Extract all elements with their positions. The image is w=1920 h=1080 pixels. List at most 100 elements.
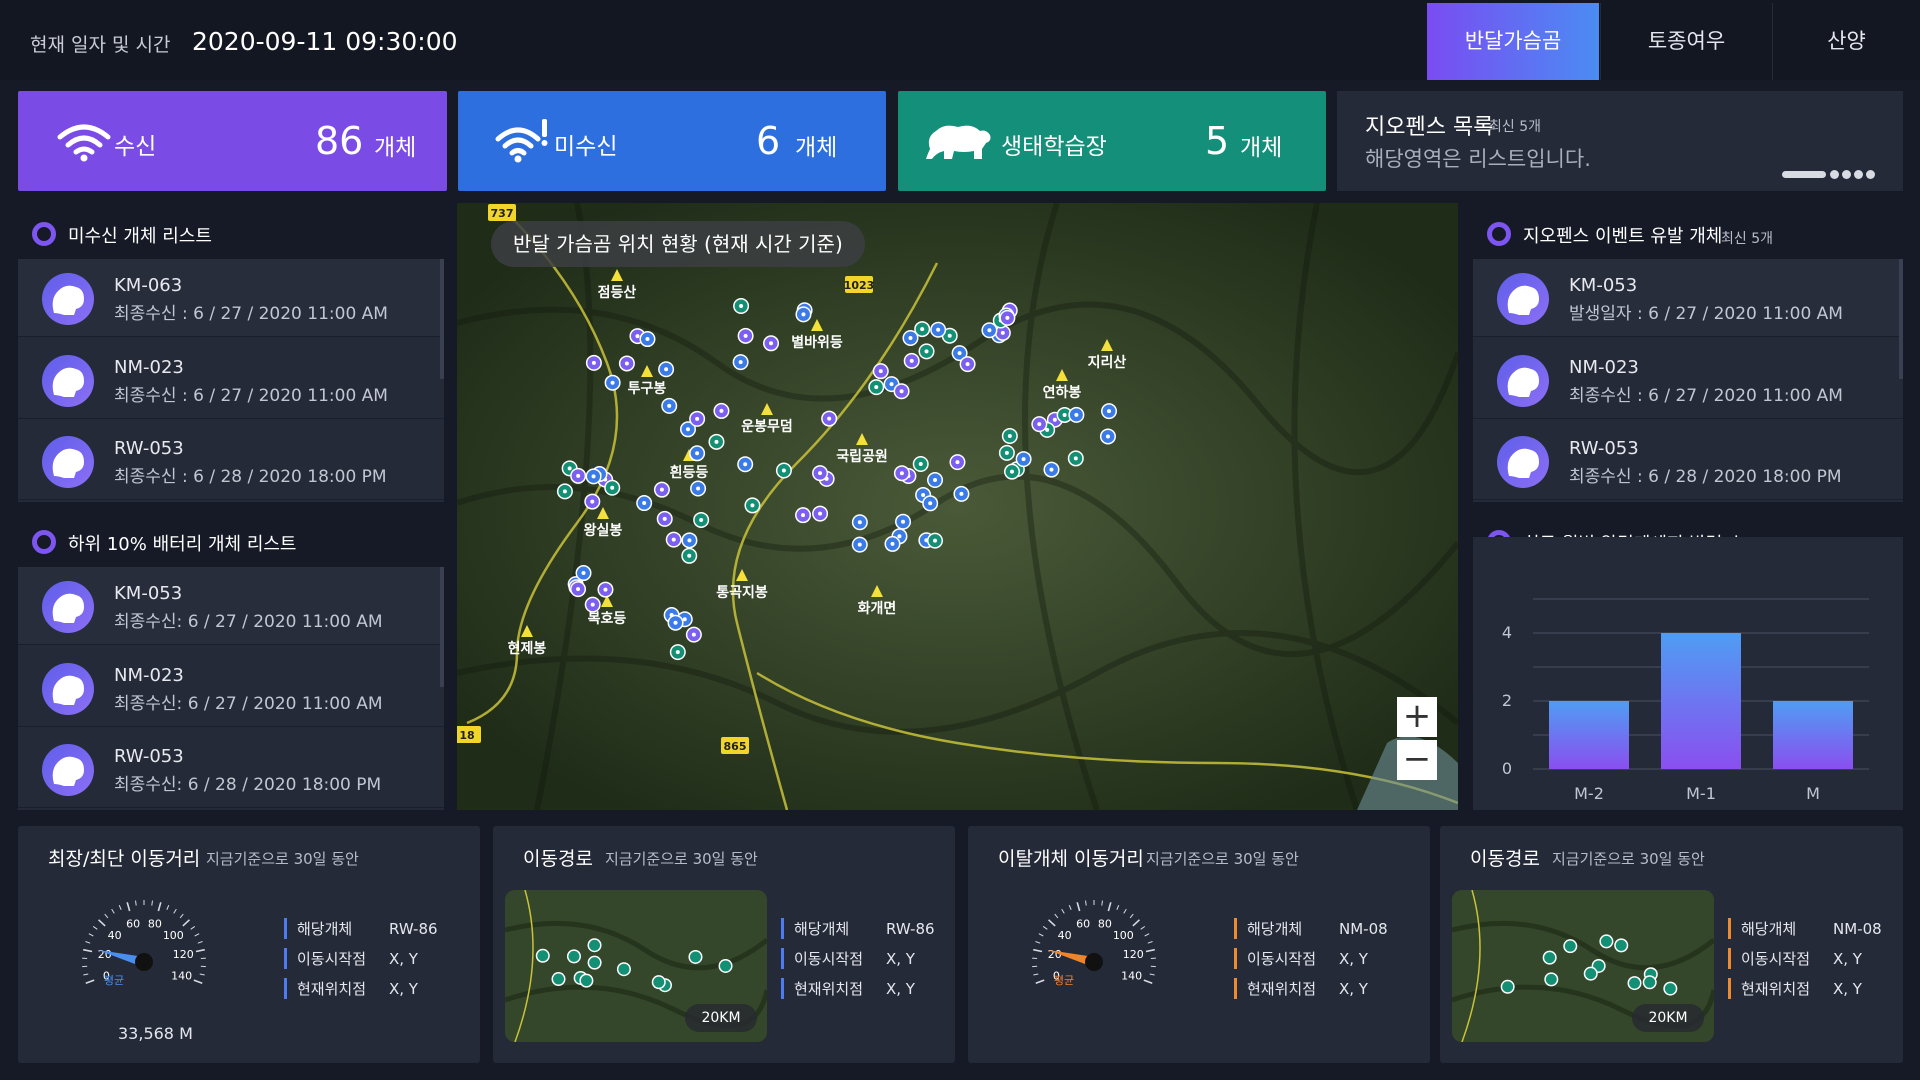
- gauge-tick: [166, 904, 170, 910]
- list-item[interactable]: KM-053 발생일자 : 6 / 27 / 2020 11:00 AM: [1473, 259, 1903, 337]
- info-row: 이동시작점 X, Y: [781, 948, 915, 969]
- list-item[interactable]: NM-023 최종수신 : 6 / 27 / 2020 11:00 AM: [18, 341, 444, 419]
- animal-marker-center: [591, 360, 596, 365]
- pager-dot[interactable]: [1854, 170, 1863, 179]
- animal-marker-center: [1005, 315, 1010, 320]
- animal-marker-center: [890, 541, 895, 546]
- animal-marker-center: [562, 489, 567, 494]
- animal-marker-center: [921, 492, 926, 497]
- unreceived-list: KM-063 최종수신 : 6 / 27 / 2020 11:00 AM NM-…: [18, 259, 444, 502]
- animal-marker-center: [933, 538, 938, 543]
- stat-card-eco-center[interactable]: 생태학습장 5 개체: [898, 91, 1326, 191]
- stat-unit: 개체: [795, 135, 838, 161]
- minimap-marker-fill: [618, 963, 630, 975]
- animal-marker-center: [965, 362, 970, 367]
- animal-marker-center: [1010, 469, 1015, 474]
- map-canvas[interactable]: 점등산별바위등지리산연하봉 투구봉운봉무덤국립공원흰등등왕실봉통곡지봉화개면복호등…: [457, 203, 1458, 810]
- geofence-events-header: 지오펜스 이벤트 유발 개체 최신 5개: [1473, 207, 1903, 257]
- bear-avatar: [42, 744, 94, 796]
- gauge-tick-label: 140: [171, 970, 192, 983]
- gauge-tick: [85, 941, 91, 944]
- card-title: 최장/최단 이동거리: [48, 848, 201, 870]
- animal-marker-center: [662, 516, 667, 521]
- info-value: X, Y: [1833, 980, 1862, 998]
- gauge-tick: [85, 979, 95, 984]
- bar-chart: 0 2 4 M-2 M-1 M: [1502, 598, 1869, 803]
- animal-marker-center: [1073, 456, 1078, 461]
- route-minimap[interactable]: 20KM: [505, 890, 767, 1042]
- list-item[interactable]: KM-053 최종수신: 6 / 27 / 2020 11:00 AM: [18, 567, 444, 645]
- animal-id: NM-023: [114, 665, 184, 686]
- tab-goat[interactable]: 산양: [1772, 3, 1920, 80]
- gauge-tick: [1149, 973, 1155, 976]
- list-item[interactable]: NM-023 최종수신: 6 / 27 / 2020 11:00 AM: [18, 649, 444, 727]
- bear-icon: [52, 367, 84, 397]
- carousel-pager[interactable]: [1782, 169, 1875, 179]
- info-key: 현재위치점: [1741, 980, 1811, 998]
- animal-marker-center: [591, 474, 596, 479]
- animal-marker-center: [610, 380, 615, 385]
- animal-marker-center: [610, 485, 615, 490]
- pager-active[interactable]: [1782, 171, 1826, 178]
- pager-dot[interactable]: [1842, 170, 1851, 179]
- list-item[interactable]: KM-063 최종수신 : 6 / 27 / 2020 11:00 AM: [18, 259, 444, 337]
- minimap-marker-fill: [1615, 939, 1627, 951]
- animal-marker-center: [673, 620, 678, 625]
- minimap-marker-fill: [1564, 940, 1576, 952]
- place-label: 운봉무덤: [741, 418, 793, 435]
- gauge-tick: [1035, 941, 1041, 944]
- list-item[interactable]: RW-053 최종수신: 6 / 28 / 2020 18:00 PM: [18, 730, 444, 808]
- scrollbar[interactable]: [440, 259, 444, 379]
- tab-fox[interactable]: 토종여우: [1600, 3, 1772, 80]
- animal-marker-center: [675, 650, 680, 655]
- gauge-tick-label: 120: [1123, 948, 1144, 961]
- place-label: 별바위등: [791, 334, 843, 351]
- animal-marker-center: [1049, 467, 1054, 472]
- geofence-list-title: 지오펜스 목록: [1365, 115, 1494, 140]
- tab-bear[interactable]: 반달가슴곰: [1427, 3, 1599, 80]
- pager-dot[interactable]: [1866, 170, 1875, 179]
- animal-marker-center: [695, 416, 700, 421]
- list-item[interactable]: RW-053 최종수신 : 6 / 28 / 2020 18:00 PM: [18, 422, 444, 500]
- scrollbar[interactable]: [1899, 259, 1903, 379]
- geofence-list-card[interactable]: 지오펜스 목록 최신 5개 해당영역은 리스트입니다.: [1337, 91, 1903, 191]
- gauge-tick: [1116, 904, 1120, 910]
- scrollbar[interactable]: [440, 567, 444, 687]
- list-item[interactable]: NM-023 최종수신 : 6 / 27 / 2020 11:00 AM: [1473, 341, 1903, 419]
- route-minimap[interactable]: 20KM: [1452, 890, 1714, 1042]
- bear-avatar: [42, 663, 94, 715]
- zoom-out-button[interactable]: −: [1397, 740, 1437, 780]
- gauge-tick: [1132, 919, 1140, 927]
- last-received: 최종수신: 6 / 27 / 2020 11:00 AM: [114, 612, 383, 632]
- place-label: 화개면: [858, 600, 897, 617]
- minimap-marker-fill: [537, 950, 549, 962]
- wifi-icon: [57, 124, 111, 162]
- gauge-hub: [1085, 953, 1103, 971]
- bear-avatar: [1497, 273, 1549, 325]
- x-tick-label: M-1: [1686, 784, 1716, 803]
- stat-card-received[interactable]: 수신 86 개체: [18, 91, 447, 191]
- animal-marker-center: [1052, 417, 1057, 422]
- bear-avatar: [42, 273, 94, 325]
- pager-dot[interactable]: [1830, 170, 1839, 179]
- stat-unit: 개체: [1240, 135, 1283, 161]
- geofence-events-list: KM-053 발생일자 : 6 / 27 / 2020 11:00 AM NM-…: [1473, 259, 1903, 502]
- gauge-avg-label: 평균: [104, 974, 124, 987]
- minimap-marker-fill: [1600, 935, 1612, 947]
- info-row: 이동시작점 X, Y: [1728, 948, 1862, 969]
- animal-marker-center: [671, 537, 676, 542]
- location-map[interactable]: 점등산 별바위등 지리산 연하봉 투구봉 운봉무덤 국립공원 흰등등 왕실봉 통곡지봉 화개면 복호등…: [457, 203, 1458, 810]
- zoom-in-button[interactable]: +: [1397, 697, 1437, 737]
- animal-marker-center: [874, 385, 879, 390]
- info-row: 해당개체 RW-86: [781, 918, 935, 939]
- chart-bar: [1773, 701, 1853, 769]
- stat-card-unreceived[interactable]: 미수신 6 개체: [458, 91, 886, 191]
- info-key: 해당개체: [1247, 920, 1303, 938]
- animal-marker-center: [769, 341, 774, 346]
- minimap-marker-fill: [653, 976, 665, 988]
- speedometer-gauge: 0204060 80100120140평균: [82, 900, 206, 987]
- animal-marker-center: [1004, 450, 1009, 455]
- list-item[interactable]: RW-053 최종수신 : 6 / 28 / 2020 18:00 PM: [1473, 422, 1903, 500]
- gauge-tick-label: 80: [148, 917, 162, 930]
- info-row: 해당개체 NM-08: [1728, 918, 1882, 939]
